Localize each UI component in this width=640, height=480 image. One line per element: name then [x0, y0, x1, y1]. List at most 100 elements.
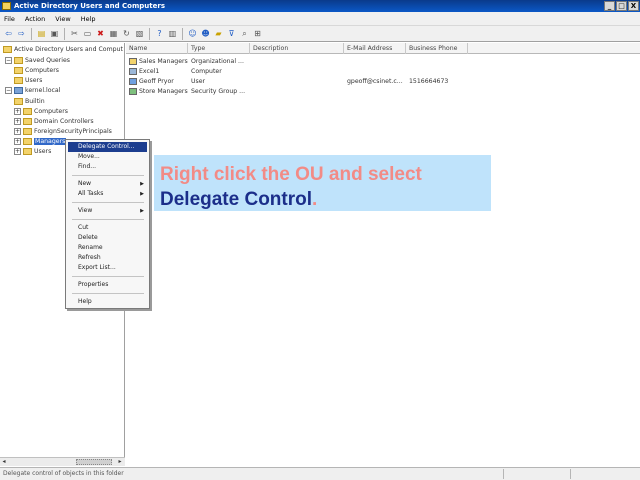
list-item[interactable]: Sales Managers Organizational ...: [126, 57, 468, 67]
menu-view[interactable]: View: [55, 15, 70, 23]
export-icon[interactable]: ▧: [134, 28, 145, 39]
show-hide-icon[interactable]: ▣: [49, 28, 60, 39]
cell-text: User: [191, 78, 206, 85]
context-menu-item[interactable]: Cut: [68, 223, 147, 233]
collapse-icon[interactable]: −: [5, 56, 12, 64]
close-button[interactable]: X: [628, 1, 639, 11]
tree-node[interactable]: Users: [14, 76, 42, 86]
cell-phone: [406, 57, 468, 67]
cell-text: Excel1: [139, 68, 160, 75]
context-menu-item[interactable]: Refresh: [68, 253, 147, 263]
menu-help[interactable]: Help: [81, 15, 96, 23]
context-menu-label: Find...: [78, 163, 97, 170]
tree-node[interactable]: + Domain Controllers: [14, 117, 94, 127]
context-menu-item[interactable]: Find...: [68, 162, 147, 172]
column-name[interactable]: Name: [126, 43, 188, 54]
up-icon[interactable]: ▤: [36, 28, 47, 39]
column-description[interactable]: Description: [250, 43, 344, 54]
tree-horizontal-scrollbar[interactable]: ◂ ▸: [0, 457, 125, 466]
context-menu-item[interactable]: View ▶: [68, 206, 147, 216]
cell-type: Computer: [188, 67, 250, 77]
tree-node[interactable]: − kernel.local: [5, 86, 60, 96]
tree-node[interactable]: Computers: [14, 66, 59, 76]
context-menu-item[interactable]: Delete: [68, 233, 147, 243]
context-menu-item[interactable]: Properties: [68, 280, 147, 290]
tree-node[interactable]: Builtin: [14, 97, 45, 107]
domain-icon: [14, 86, 23, 94]
column-email[interactable]: E-Mail Address: [344, 43, 406, 54]
expand-icon[interactable]: +: [14, 127, 21, 135]
scroll-right-icon[interactable]: ▸: [116, 458, 124, 466]
context-menu-label: Delegate Control...: [78, 143, 135, 150]
scroll-left-icon[interactable]: ◂: [0, 458, 8, 466]
app-icon: [2, 2, 11, 10]
user-icon: [129, 77, 137, 85]
folder-icon: [23, 137, 32, 145]
new-user-icon[interactable]: ☺: [187, 28, 198, 39]
help-icon[interactable]: ?: [154, 28, 165, 39]
maximize-button[interactable]: □: [616, 1, 627, 11]
expand-icon[interactable]: +: [14, 147, 21, 155]
expand-icon[interactable]: +: [14, 137, 21, 145]
tree-node[interactable]: − Saved Queries: [5, 56, 70, 66]
folder-icon: [14, 97, 23, 105]
cell-email: [344, 87, 406, 97]
folder-icon: [23, 147, 32, 155]
tree-node[interactable]: + Users: [14, 147, 51, 157]
computer-icon: [129, 67, 137, 75]
tree-node-label: Managers: [34, 138, 67, 145]
column-business-phone[interactable]: Business Phone: [406, 43, 468, 54]
context-menu-item[interactable]: Move...: [68, 152, 147, 162]
find-icon[interactable]: ⌕: [239, 28, 250, 39]
column-type[interactable]: Type: [188, 43, 250, 54]
properties-icon[interactable]: ▦: [108, 28, 119, 39]
list-item[interactable]: Store Managers Security Group ...: [126, 87, 468, 97]
filter-icon[interactable]: ⊽: [226, 28, 237, 39]
context-menu-item[interactable]: All Tasks ▶: [68, 189, 147, 199]
context-menu-item[interactable]: Export List...: [68, 263, 147, 273]
submenu-arrow-icon: ▶: [140, 181, 144, 187]
context-menu-label: Refresh: [78, 254, 101, 261]
context-menu-label: View: [78, 207, 93, 214]
collapse-icon[interactable]: −: [5, 86, 12, 94]
copy-icon[interactable]: ▭: [82, 28, 93, 39]
console-icon[interactable]: ▥: [167, 28, 178, 39]
add-group-icon[interactable]: ⊞: [252, 28, 263, 39]
context-menu-item[interactable]: Help: [68, 297, 147, 307]
list-item[interactable]: Excel1 Computer: [126, 67, 468, 77]
tree-node[interactable]: + Managers: [14, 137, 67, 147]
menu-action[interactable]: Action: [25, 15, 45, 23]
context-menu-label: Move...: [78, 153, 100, 160]
status-bar: Delegate control of objects in this fold…: [0, 467, 640, 480]
expand-icon[interactable]: +: [14, 107, 21, 115]
cell-email: [344, 57, 406, 67]
menu-separator: [72, 175, 144, 176]
new-ou-icon[interactable]: ▰: [213, 28, 224, 39]
tree-node[interactable]: + Computers: [14, 107, 68, 117]
snapin-icon: [3, 45, 12, 53]
cell-text: Geoff Pryor: [139, 78, 174, 85]
new-group-icon[interactable]: ☻: [200, 28, 211, 39]
tree-node-label: Builtin: [25, 98, 45, 105]
tree-node[interactable]: Active Directory Users and Comput: [3, 45, 123, 55]
context-menu-item[interactable]: Delegate Control...: [68, 142, 147, 152]
scroll-thumb[interactable]: [76, 459, 112, 465]
cell-description: [250, 67, 344, 77]
minimize-button[interactable]: _: [604, 1, 615, 11]
back-icon[interactable]: ⇦: [3, 28, 14, 39]
forward-icon[interactable]: ⇨: [16, 28, 27, 39]
list-item[interactable]: Geoff Pryor User gpeoff@csinet.c... 1516664…: [126, 77, 468, 87]
context-menu-item[interactable]: Rename: [68, 243, 147, 253]
refresh-icon[interactable]: ↻: [121, 28, 132, 39]
tree-node-label: Users: [25, 77, 43, 84]
cut-icon[interactable]: ✂: [69, 28, 80, 39]
delete-icon[interactable]: ✖: [95, 28, 106, 39]
tree-node[interactable]: + ForeignSecurityPrincipals: [14, 127, 112, 137]
expand-icon[interactable]: +: [14, 117, 21, 125]
cell-text: Security Group ...: [191, 88, 246, 95]
cell-text: 1516664673: [409, 78, 449, 85]
callout-line1: Right click the OU and select: [160, 164, 422, 185]
menu-file[interactable]: File: [4, 15, 15, 23]
context-menu-item[interactable]: New ▶: [68, 179, 147, 189]
tree-node-label: Computers: [34, 108, 68, 115]
